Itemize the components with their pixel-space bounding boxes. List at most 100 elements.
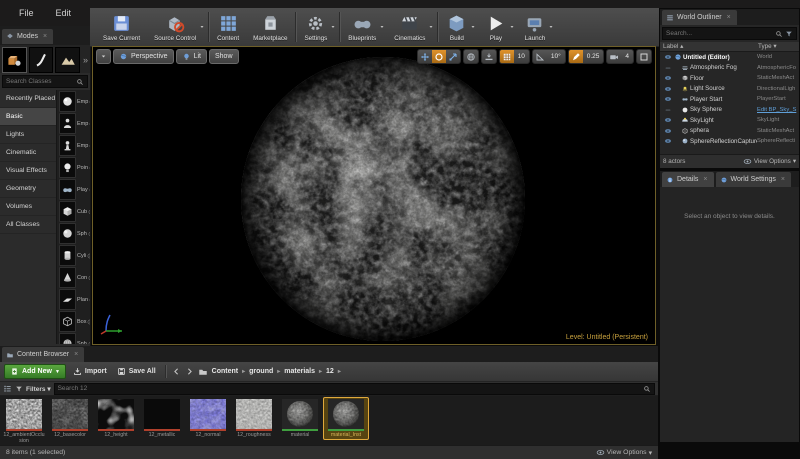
label-column-header[interactable]: Label ▴ xyxy=(663,43,758,50)
breadcrumb-12[interactable]: 12 xyxy=(326,368,334,375)
back-icon[interactable] xyxy=(172,367,181,376)
tab-details[interactable]: Details× xyxy=(662,172,714,187)
placeable-item-point-light[interactable]: Poin xyxy=(59,157,90,178)
modes-panel-tab[interactable]: Modes × xyxy=(2,29,53,44)
outliner-view-options-button[interactable]: View Options ▾ xyxy=(743,157,796,166)
eye-open-icon[interactable] xyxy=(662,74,673,82)
blueprints-button[interactable]: Blueprints xyxy=(341,8,383,46)
rock-sphere-mesh[interactable] xyxy=(239,55,527,343)
scale-snap-toggle[interactable] xyxy=(569,50,583,63)
placeable-item-sphere-trigger[interactable]: Sph xyxy=(59,333,90,344)
world-outliner-tab[interactable]: World Outliner × xyxy=(662,10,737,25)
rotation-snap-toggle[interactable] xyxy=(533,50,547,63)
grid-snap-value[interactable]: 10 xyxy=(514,53,529,60)
show-button[interactable]: Show xyxy=(209,49,239,64)
placeable-item-player-start[interactable]: Play xyxy=(59,179,90,200)
placeable-item-plane[interactable]: Plan xyxy=(59,289,90,310)
folder-icon[interactable] xyxy=(198,367,208,377)
cinematics-button[interactable]: Cinematics xyxy=(387,8,432,46)
edit-blueprint-link[interactable]: Edit BP_Sky_S xyxy=(757,107,797,113)
scale-tool-button[interactable] xyxy=(446,50,460,63)
menu-file[interactable]: File xyxy=(10,5,43,21)
eye-open-icon[interactable] xyxy=(662,95,673,103)
outliner-row-sphera[interactable]: sphera StaticMeshAct xyxy=(660,126,799,137)
outliner-search-input[interactable]: Search... xyxy=(662,27,797,40)
chevron-down-icon[interactable] xyxy=(428,24,434,30)
more-modes-chevron[interactable]: » xyxy=(83,55,88,65)
select-move-tool-button[interactable] xyxy=(418,50,432,63)
content-button[interactable]: Content xyxy=(210,8,246,46)
chevron-down-icon[interactable] xyxy=(548,24,554,30)
placeable-item-empty-character[interactable]: Emp xyxy=(59,113,90,134)
launch-button[interactable]: Launch xyxy=(517,8,552,46)
lit-mode-button[interactable]: Lit xyxy=(176,49,207,64)
chevron-down-icon[interactable] xyxy=(509,24,515,30)
eye-open-icon[interactable] xyxy=(662,116,673,124)
build-button[interactable]: Build xyxy=(439,8,474,46)
close-icon[interactable]: × xyxy=(74,351,78,358)
eye-open-icon[interactable] xyxy=(662,137,673,145)
eye-open-icon[interactable] xyxy=(662,53,673,61)
modes-search-input[interactable]: Search Classes xyxy=(2,75,88,88)
chevron-down-icon[interactable] xyxy=(330,24,336,30)
chevron-down-icon[interactable] xyxy=(470,24,476,30)
mode-category-cinematic[interactable]: Cinematic xyxy=(0,144,56,162)
play-button[interactable]: Play xyxy=(478,8,513,46)
asset-12_height[interactable]: 12_height xyxy=(94,398,138,439)
asset-material[interactable]: material xyxy=(278,398,322,439)
asset-12_roughness[interactable]: 12_roughness xyxy=(232,398,276,439)
outliner-row-sky-sphere[interactable]: Sky Sphere Edit BP_Sky_S xyxy=(660,105,799,116)
placeable-item-sphere[interactable]: Sph xyxy=(59,223,90,244)
placeable-item-cone[interactable]: Con xyxy=(59,267,90,288)
outliner-row-floor[interactable]: Floor StaticMeshAct xyxy=(660,73,799,84)
scale-snap-value[interactable]: 0.25 xyxy=(583,53,604,60)
placeable-item-empty-actor[interactable]: Emp xyxy=(59,91,90,112)
asset-material_inst[interactable]: material_Inst xyxy=(324,398,368,439)
source-control-button[interactable]: Source Control xyxy=(147,8,203,46)
placeable-item-empty-pawn[interactable]: Emp xyxy=(59,135,90,156)
list-view-icon[interactable] xyxy=(3,384,12,393)
import-button[interactable]: Import xyxy=(70,367,110,376)
settings-button[interactable]: Settings xyxy=(297,8,334,46)
close-icon[interactable]: × xyxy=(43,33,47,40)
maximize-viewport-button[interactable] xyxy=(637,50,651,63)
add-new-button[interactable]: Add New ▼ xyxy=(4,364,66,379)
marketplace-button[interactable]: Marketplace xyxy=(246,8,294,46)
mode-category-recently-placed[interactable]: Recently Placed xyxy=(0,90,56,108)
mode-category-lights[interactable]: Lights xyxy=(0,126,56,144)
outliner-column-headers[interactable]: Label ▴ Type ▾ xyxy=(660,42,799,52)
close-icon[interactable]: × xyxy=(703,176,707,183)
outliner-filter-icon[interactable] xyxy=(785,30,793,38)
outliner-row-untitled-editor-[interactable]: Untitled (Editor) World xyxy=(660,52,799,63)
surface-snap-toggle[interactable] xyxy=(482,50,496,63)
mode-category-geometry[interactable]: Geometry xyxy=(0,180,56,198)
outliner-row-skylight[interactable]: SkyLight SkyLight xyxy=(660,115,799,126)
filters-button[interactable]: Filters ▾ xyxy=(26,385,51,393)
mode-category-all-classes[interactable]: All Classes xyxy=(0,216,56,234)
breadcrumb-ground[interactable]: ground xyxy=(249,368,273,375)
asset-12_basecolor[interactable]: 12_basecolor xyxy=(48,398,92,439)
asset-12_normal[interactable]: 12_normal xyxy=(186,398,230,439)
place-mode-tab[interactable] xyxy=(2,47,27,73)
placeable-item-cube[interactable]: Cub xyxy=(59,201,90,222)
forward-icon[interactable] xyxy=(185,367,194,376)
close-icon[interactable]: × xyxy=(727,14,731,21)
asset-search-input[interactable]: Search 12 xyxy=(54,383,655,395)
type-column-header[interactable]: Type ▾ xyxy=(758,43,796,50)
asset-12_ambientocclusion[interactable]: 12_ambientOcclusion xyxy=(2,398,46,446)
chevron-down-icon[interactable] xyxy=(199,24,205,30)
camera-speed-button[interactable] xyxy=(607,50,621,63)
rotation-snap-value[interactable]: 10° xyxy=(547,53,565,60)
grid-snap-toggle[interactable] xyxy=(500,50,514,63)
breadcrumb-content[interactable]: Content xyxy=(212,368,238,375)
placeable-item-box-trigger[interactable]: Box xyxy=(59,311,90,332)
save-current-button[interactable]: Save Current xyxy=(96,8,147,46)
save-all-button[interactable]: Save All xyxy=(114,367,159,376)
outliner-row-player-start[interactable]: Player Start PlayerStart xyxy=(660,94,799,105)
camera-speed-value[interactable]: 4 xyxy=(621,53,633,60)
menu-edit[interactable]: Edit xyxy=(47,5,81,21)
eye-closed-icon[interactable] xyxy=(662,64,673,72)
eye-open-icon[interactable] xyxy=(662,127,673,135)
mode-category-visual-effects[interactable]: Visual Effects xyxy=(0,162,56,180)
outliner-row-spherereflectioncapture[interactable]: SphereReflectionCapture SphereReflecti xyxy=(660,136,799,147)
